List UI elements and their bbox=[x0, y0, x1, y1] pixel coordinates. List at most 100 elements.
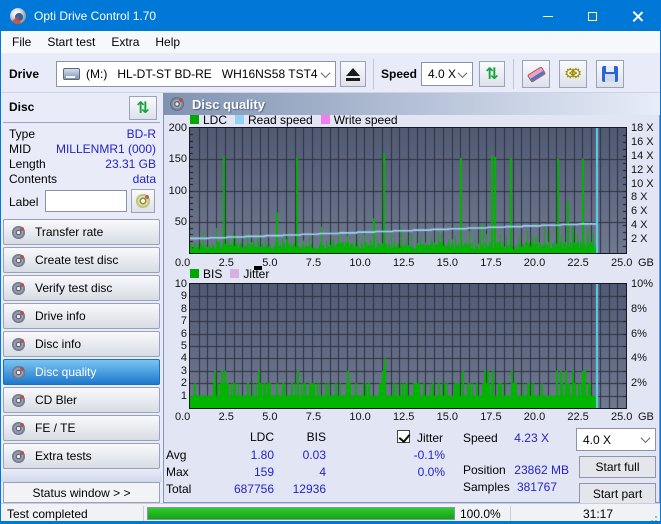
ldc-ytick-right: 2 X bbox=[631, 233, 648, 246]
ldc-xtick: 10.0 bbox=[349, 257, 371, 269]
ldc-ytick-left: 200 bbox=[168, 122, 187, 134]
gears-icon: ⚙⚙ bbox=[563, 66, 582, 82]
menu-item-help[interactable]: Help bbox=[147, 31, 188, 53]
sidebar-item-transfer-rate[interactable]: Transfer rate bbox=[3, 219, 160, 245]
sidebar-item-disc-info[interactable]: Disc info bbox=[3, 331, 160, 357]
minimize-button[interactable] bbox=[525, 1, 570, 31]
statusbar-divider bbox=[143, 506, 144, 521]
maximize-button[interactable] bbox=[570, 1, 615, 31]
status-text: Test completed bbox=[7, 507, 88, 521]
start-part-button[interactable]: Start part bbox=[579, 483, 656, 505]
sidebar-item-create-test-disc[interactable]: Create test disc bbox=[3, 247, 160, 273]
jitter-label: Jitter bbox=[417, 431, 444, 445]
bis-ytick-left: 9 bbox=[180, 290, 187, 303]
menu-bar: File Start test Extra Help bbox=[1, 31, 660, 53]
disc-info-value: MILLENMR1 (000) bbox=[55, 142, 156, 156]
quality-speed-select[interactable]: 4.0 X bbox=[576, 428, 656, 451]
quality-speed-value: 4.0 X bbox=[583, 432, 612, 447]
chevron-down-icon bbox=[320, 67, 331, 78]
menu-item-start-test[interactable]: Start test bbox=[39, 31, 103, 53]
disc-icon bbox=[12, 253, 25, 267]
bis-ytick-left: 4 bbox=[180, 352, 187, 365]
disc-icon bbox=[12, 281, 25, 295]
refresh-speeds-button[interactable]: ⇅ bbox=[479, 61, 505, 87]
bis-xtick: 17.5 bbox=[480, 411, 502, 423]
disc-info-value: BD-R bbox=[126, 127, 156, 141]
disc-info-row-contents: Contents data bbox=[9, 172, 156, 186]
drive-select[interactable]: (M:) HL-DT-ST BD-RE WH16NS58 TST4 bbox=[56, 61, 336, 87]
ldc-xtick: 0.0 bbox=[175, 257, 191, 269]
sidebar-item-label: Create test disc bbox=[35, 253, 119, 267]
menu-item-file[interactable]: File bbox=[4, 31, 39, 53]
refresh-disc-button[interactable]: ⇅ bbox=[129, 96, 157, 120]
disc-quality-icon bbox=[170, 97, 184, 111]
bis-xtick: 7.5 bbox=[305, 411, 322, 423]
stats-row-total-label: Total bbox=[166, 482, 192, 496]
sidebar-item-cd-bler[interactable]: CD Bler bbox=[3, 387, 160, 413]
ldc-ytick-right: 6 X bbox=[631, 205, 648, 218]
legend-read-speed: Read speed bbox=[235, 113, 313, 127]
bis-xtick: 0.0 bbox=[175, 411, 191, 423]
ldc-ytick-left: 50 bbox=[174, 215, 187, 228]
sidebar-item-fe-te[interactable]: FE / TE bbox=[3, 415, 160, 441]
sidebar-item-verify-test-disc[interactable]: Verify test disc bbox=[3, 275, 160, 301]
bis-xtick: 15.0 bbox=[436, 411, 459, 423]
save-floppy-icon bbox=[602, 66, 618, 82]
sidebar-item-label: Disc info bbox=[35, 337, 82, 351]
chevron-down-icon bbox=[457, 67, 468, 78]
bis-ytick-left: 2 bbox=[180, 377, 187, 390]
disc-panel-title: Disc bbox=[9, 100, 35, 114]
sidebar-item-drive-info[interactable]: Drive info bbox=[3, 303, 160, 329]
bis-ytick-right: 8% bbox=[631, 302, 647, 315]
ldc-ytick-right: 12 X bbox=[631, 163, 654, 176]
disc-icon bbox=[12, 365, 25, 379]
progress-percent: 100.0% bbox=[460, 507, 501, 521]
sidebar-fade bbox=[1, 469, 162, 482]
close-button[interactable] bbox=[615, 1, 660, 31]
speed-select-value: 4.0 X bbox=[428, 67, 457, 81]
disc-info-label: Type bbox=[9, 127, 36, 141]
ldc-ytick-left: 150 bbox=[168, 153, 187, 166]
disc-icon bbox=[12, 449, 25, 463]
status-window-label: Status window > > bbox=[32, 485, 131, 500]
start-full-button[interactable]: Start full bbox=[579, 456, 656, 478]
stats-avg-ldc: 1.80 bbox=[250, 448, 274, 462]
ldc-xtick: 7.5 bbox=[305, 257, 322, 269]
ldc-xtick: 15.0 bbox=[436, 257, 459, 269]
ldc-x-unit: GB bbox=[638, 257, 654, 269]
start-part-label: Start part bbox=[592, 487, 643, 501]
jitter-checkbox[interactable] bbox=[397, 430, 410, 443]
window-title: Opti Drive Control 1.70 bbox=[34, 9, 157, 23]
sidebar-item-extra-tests[interactable]: Extra tests bbox=[3, 443, 160, 469]
eraser-icon bbox=[526, 65, 546, 83]
erase-disc-button[interactable] bbox=[522, 60, 550, 88]
disc-icon bbox=[12, 337, 25, 351]
save-button[interactable] bbox=[596, 60, 624, 88]
status-window-button[interactable]: Status window > > bbox=[3, 482, 160, 503]
ldc-xtick: 5.0 bbox=[262, 257, 278, 269]
ldc-ytick-right: 8 X bbox=[631, 191, 648, 204]
eject-button[interactable] bbox=[340, 61, 366, 87]
stats-max-ldc: 159 bbox=[253, 465, 274, 479]
ldc-ytick-right: 4 X bbox=[631, 219, 648, 232]
sidebar-item-label: Disc quality bbox=[35, 365, 97, 379]
elapsed-time: 31:17 bbox=[582, 507, 613, 521]
eject-icon bbox=[346, 67, 360, 81]
disc-label-button[interactable] bbox=[131, 189, 155, 213]
disc-label-input[interactable] bbox=[45, 190, 127, 212]
settings-button[interactable]: ⚙⚙ bbox=[559, 60, 587, 88]
legend-label: LDC bbox=[203, 112, 228, 127]
bis-ytick-left: 1 bbox=[180, 389, 187, 402]
speed-select[interactable]: 4.0 X bbox=[421, 62, 473, 86]
stats-row-avg-label: Avg bbox=[166, 448, 187, 462]
speed-label: Speed bbox=[381, 67, 418, 81]
speed-stat-value: 4.23 X bbox=[514, 431, 549, 445]
statusbar-divider bbox=[510, 506, 511, 521]
menu-item-extra[interactable]: Extra bbox=[103, 31, 147, 53]
drive-icon bbox=[63, 68, 80, 80]
stats-avg-bis: 0.03 bbox=[302, 448, 326, 462]
sidebar-item-disc-quality[interactable]: Disc quality bbox=[3, 359, 160, 385]
resize-grip[interactable] bbox=[655, 516, 657, 518]
disc-info-value: 23.31 GB bbox=[105, 157, 156, 171]
disc-icon bbox=[12, 309, 25, 323]
